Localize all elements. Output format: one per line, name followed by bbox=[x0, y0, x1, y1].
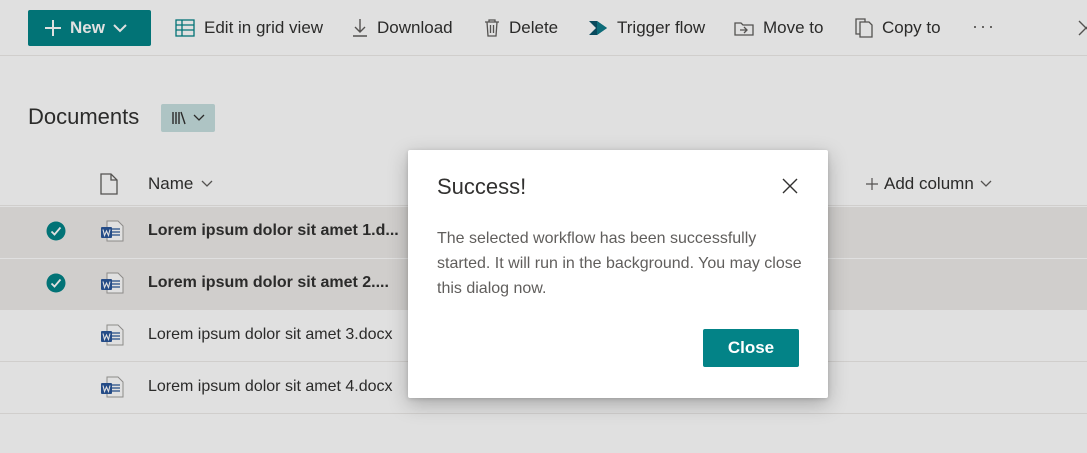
success-dialog: Success! The selected workflow has been … bbox=[408, 150, 828, 398]
dialog-message: The selected workflow has been successfu… bbox=[437, 230, 802, 297]
sharepoint-page: New Edit in grid view Download Delete Tr… bbox=[0, 0, 1087, 453]
dialog-title: Success! bbox=[437, 174, 527, 199]
close-button[interactable]: Close bbox=[703, 329, 799, 367]
close-icon[interactable] bbox=[782, 178, 798, 194]
